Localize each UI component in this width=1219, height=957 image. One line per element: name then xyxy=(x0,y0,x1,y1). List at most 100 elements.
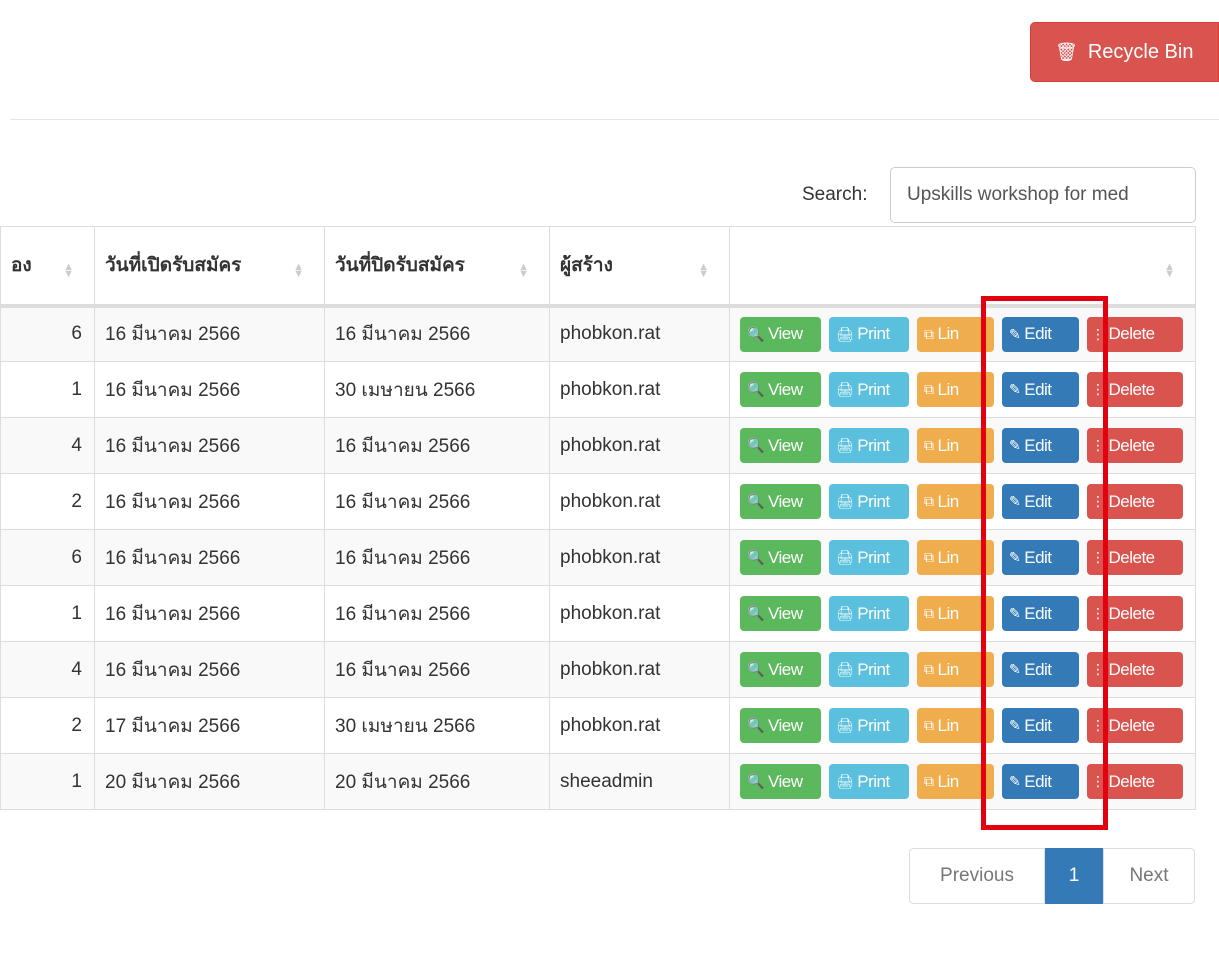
view-button[interactable]: 🔍 View xyxy=(740,484,821,519)
table-row: 4 16 มีนาคม 2566 16 มีนาคม 2566 phobkon.rat… xyxy=(0,417,1196,474)
table-row: 6 16 มีนาคม 2566 16 มีนาคม 2566 phobkon.rat… xyxy=(0,305,1196,362)
view-button[interactable]: 🔍 View xyxy=(740,652,821,687)
copy-link-button[interactable]: ⧉ Lin xyxy=(917,428,994,463)
column-header-actions[interactable]: ▲ ▼ xyxy=(729,226,1196,308)
print-button[interactable]: 🖨 Print xyxy=(829,372,909,407)
column-header-count[interactable]: อง ▲ ▼ xyxy=(0,226,95,308)
trash-icon: ⋮ xyxy=(1091,325,1105,342)
cell-actions: 🔍 View 🖨 Print ⧉ Lin ✎ Edit ⋮ Delete xyxy=(729,641,1196,698)
delete-button[interactable]: ⋮ Delete xyxy=(1087,316,1183,352)
cell-open-date: 17 มีนาคม 2566 xyxy=(94,697,325,754)
pagination-page-1[interactable]: 1 xyxy=(1045,848,1103,904)
print-button[interactable]: 🖨 Print xyxy=(829,316,909,352)
delete-label: Delete xyxy=(1108,379,1156,399)
search-input[interactable] xyxy=(890,167,1196,223)
copy-icon: ⧉ xyxy=(924,493,934,509)
edit-label: Edit xyxy=(1024,715,1052,735)
cell-count: 1 xyxy=(0,585,95,642)
action-group: 🔍 View 🖨 Print ⧉ Lin ✎ Edit ⋮ Delete xyxy=(740,419,1195,473)
action-group: 🔍 View 🖨 Print ⧉ Lin ✎ Edit ⋮ Delete xyxy=(740,755,1195,809)
cell-open-date: 16 มีนาคม 2566 xyxy=(94,361,325,418)
table-row: 2 16 มีนาคม 2566 16 มีนาคม 2566 phobkon.rat… xyxy=(0,473,1196,530)
view-button[interactable]: 🔍 View xyxy=(740,316,821,352)
print-button[interactable]: 🖨 Print xyxy=(829,708,909,743)
delete-button[interactable]: ⋮ Delete xyxy=(1087,540,1183,575)
edit-button[interactable]: ✎ Edit xyxy=(1002,540,1079,575)
edit-icon: ✎ xyxy=(1009,661,1021,677)
delete-button[interactable]: ⋮ Delete xyxy=(1087,708,1183,743)
edit-button[interactable]: ✎ Edit xyxy=(1002,428,1079,463)
edit-icon: ✎ xyxy=(1009,605,1021,621)
print-icon: 🖨 xyxy=(836,381,854,397)
link-label: Lin xyxy=(937,715,960,735)
cell-close-date: 30 เมษายน 2566 xyxy=(324,361,550,418)
delete-button[interactable]: ⋮ Delete xyxy=(1087,764,1183,799)
action-group: 🔍 View 🖨 Print ⧉ Lin ✎ Edit ⋮ Delete xyxy=(740,587,1195,641)
search-icon: 🔍 xyxy=(747,661,764,677)
link-label: Lin xyxy=(937,547,960,567)
edit-button[interactable]: ✎ Edit xyxy=(1002,372,1079,407)
trash-icon: ⋮ xyxy=(1091,605,1105,621)
column-header-creator[interactable]: ผู้สร้าง ▲ ▼ xyxy=(549,226,730,308)
view-button[interactable]: 🔍 View xyxy=(740,708,821,743)
edit-icon: ✎ xyxy=(1009,437,1021,453)
cell-creator: phobkon.rat xyxy=(549,361,730,418)
view-button[interactable]: 🔍 View xyxy=(740,372,821,407)
delete-button[interactable]: ⋮ Delete xyxy=(1087,652,1183,687)
view-button[interactable]: 🔍 View xyxy=(740,428,821,463)
edit-button[interactable]: ✎ Edit xyxy=(1002,708,1079,743)
view-button[interactable]: 🔍 View xyxy=(740,596,821,631)
cell-actions: 🔍 View 🖨 Print ⧉ Lin ✎ Edit ⋮ Delete xyxy=(729,473,1196,530)
print-button[interactable]: 🖨 Print xyxy=(829,540,909,575)
copy-link-button[interactable]: ⧉ Lin xyxy=(917,708,994,743)
delete-label: Delete xyxy=(1108,659,1156,679)
copy-link-button[interactable]: ⧉ Lin xyxy=(917,540,994,575)
cell-actions: 🔍 View 🖨 Print ⧉ Lin ✎ Edit ⋮ Delete xyxy=(729,585,1196,642)
cell-creator: phobkon.rat xyxy=(549,529,730,586)
print-label: Print xyxy=(857,715,890,735)
pagination-previous[interactable]: Previous xyxy=(909,848,1045,904)
edit-label: Edit xyxy=(1024,771,1052,791)
edit-button[interactable]: ✎ Edit xyxy=(1002,764,1079,799)
edit-icon: ✎ xyxy=(1009,549,1021,565)
recycle-bin-button[interactable]: 🗑 Recycle Bin xyxy=(1030,22,1219,82)
delete-button[interactable]: ⋮ Delete xyxy=(1087,372,1183,407)
cell-creator: phobkon.rat xyxy=(549,305,730,362)
view-button[interactable]: 🔍 View xyxy=(740,540,821,575)
column-header-close-date[interactable]: วันที่ปิดรับสมัคร ▲ ▼ xyxy=(324,226,550,308)
copy-link-button[interactable]: ⧉ Lin xyxy=(917,596,994,631)
print-label: Print xyxy=(857,491,890,511)
copy-link-button[interactable]: ⧉ Lin xyxy=(917,652,994,687)
delete-button[interactable]: ⋮ Delete xyxy=(1087,596,1183,631)
pagination-next[interactable]: Next xyxy=(1103,848,1195,904)
print-icon: 🖨 xyxy=(836,493,854,509)
edit-button[interactable]: ✎ Edit xyxy=(1002,484,1079,519)
delete-label: Delete xyxy=(1108,491,1156,511)
sort-icon: ▲ ▼ xyxy=(293,261,304,280)
print-label: Print xyxy=(857,603,890,623)
print-button[interactable]: 🖨 Print xyxy=(829,428,909,463)
delete-button[interactable]: ⋮ Delete xyxy=(1087,428,1183,463)
copy-icon: ⧉ xyxy=(924,381,934,397)
search-icon: 🔍 xyxy=(747,605,764,621)
edit-button[interactable]: ✎ Edit xyxy=(1002,316,1079,352)
cell-close-date: 30 เมษายน 2566 xyxy=(324,697,550,754)
print-button[interactable]: 🖨 Print xyxy=(829,652,909,687)
edit-button[interactable]: ✎ Edit xyxy=(1002,596,1079,631)
copy-link-button[interactable]: ⧉ Lin xyxy=(917,484,994,519)
print-button[interactable]: 🖨 Print xyxy=(829,596,909,631)
view-button[interactable]: 🔍 View xyxy=(740,764,821,799)
copy-icon: ⧉ xyxy=(924,605,934,621)
print-button[interactable]: 🖨 Print xyxy=(829,484,909,519)
action-group: 🔍 View 🖨 Print ⧉ Lin ✎ Edit ⋮ Delete xyxy=(740,308,1195,361)
edit-button[interactable]: ✎ Edit xyxy=(1002,652,1079,687)
view-label: View xyxy=(767,491,803,511)
column-header-open-date[interactable]: วันที่เปิดรับสมัคร ▲ ▼ xyxy=(94,226,325,308)
copy-link-button[interactable]: ⧉ Lin xyxy=(917,316,994,352)
table-row: 1 20 มีนาคม 2566 20 มีนาคม 2566 sheeadmin 🔍 V… xyxy=(0,753,1196,810)
print-button[interactable]: 🖨 Print xyxy=(829,764,909,799)
copy-link-button[interactable]: ⧉ Lin xyxy=(917,372,994,407)
copy-link-button[interactable]: ⧉ Lin xyxy=(917,764,994,799)
table-row: 2 17 มีนาคม 2566 30 เมษายน 2566 phobkon.rat… xyxy=(0,697,1196,754)
delete-button[interactable]: ⋮ Delete xyxy=(1087,484,1183,519)
